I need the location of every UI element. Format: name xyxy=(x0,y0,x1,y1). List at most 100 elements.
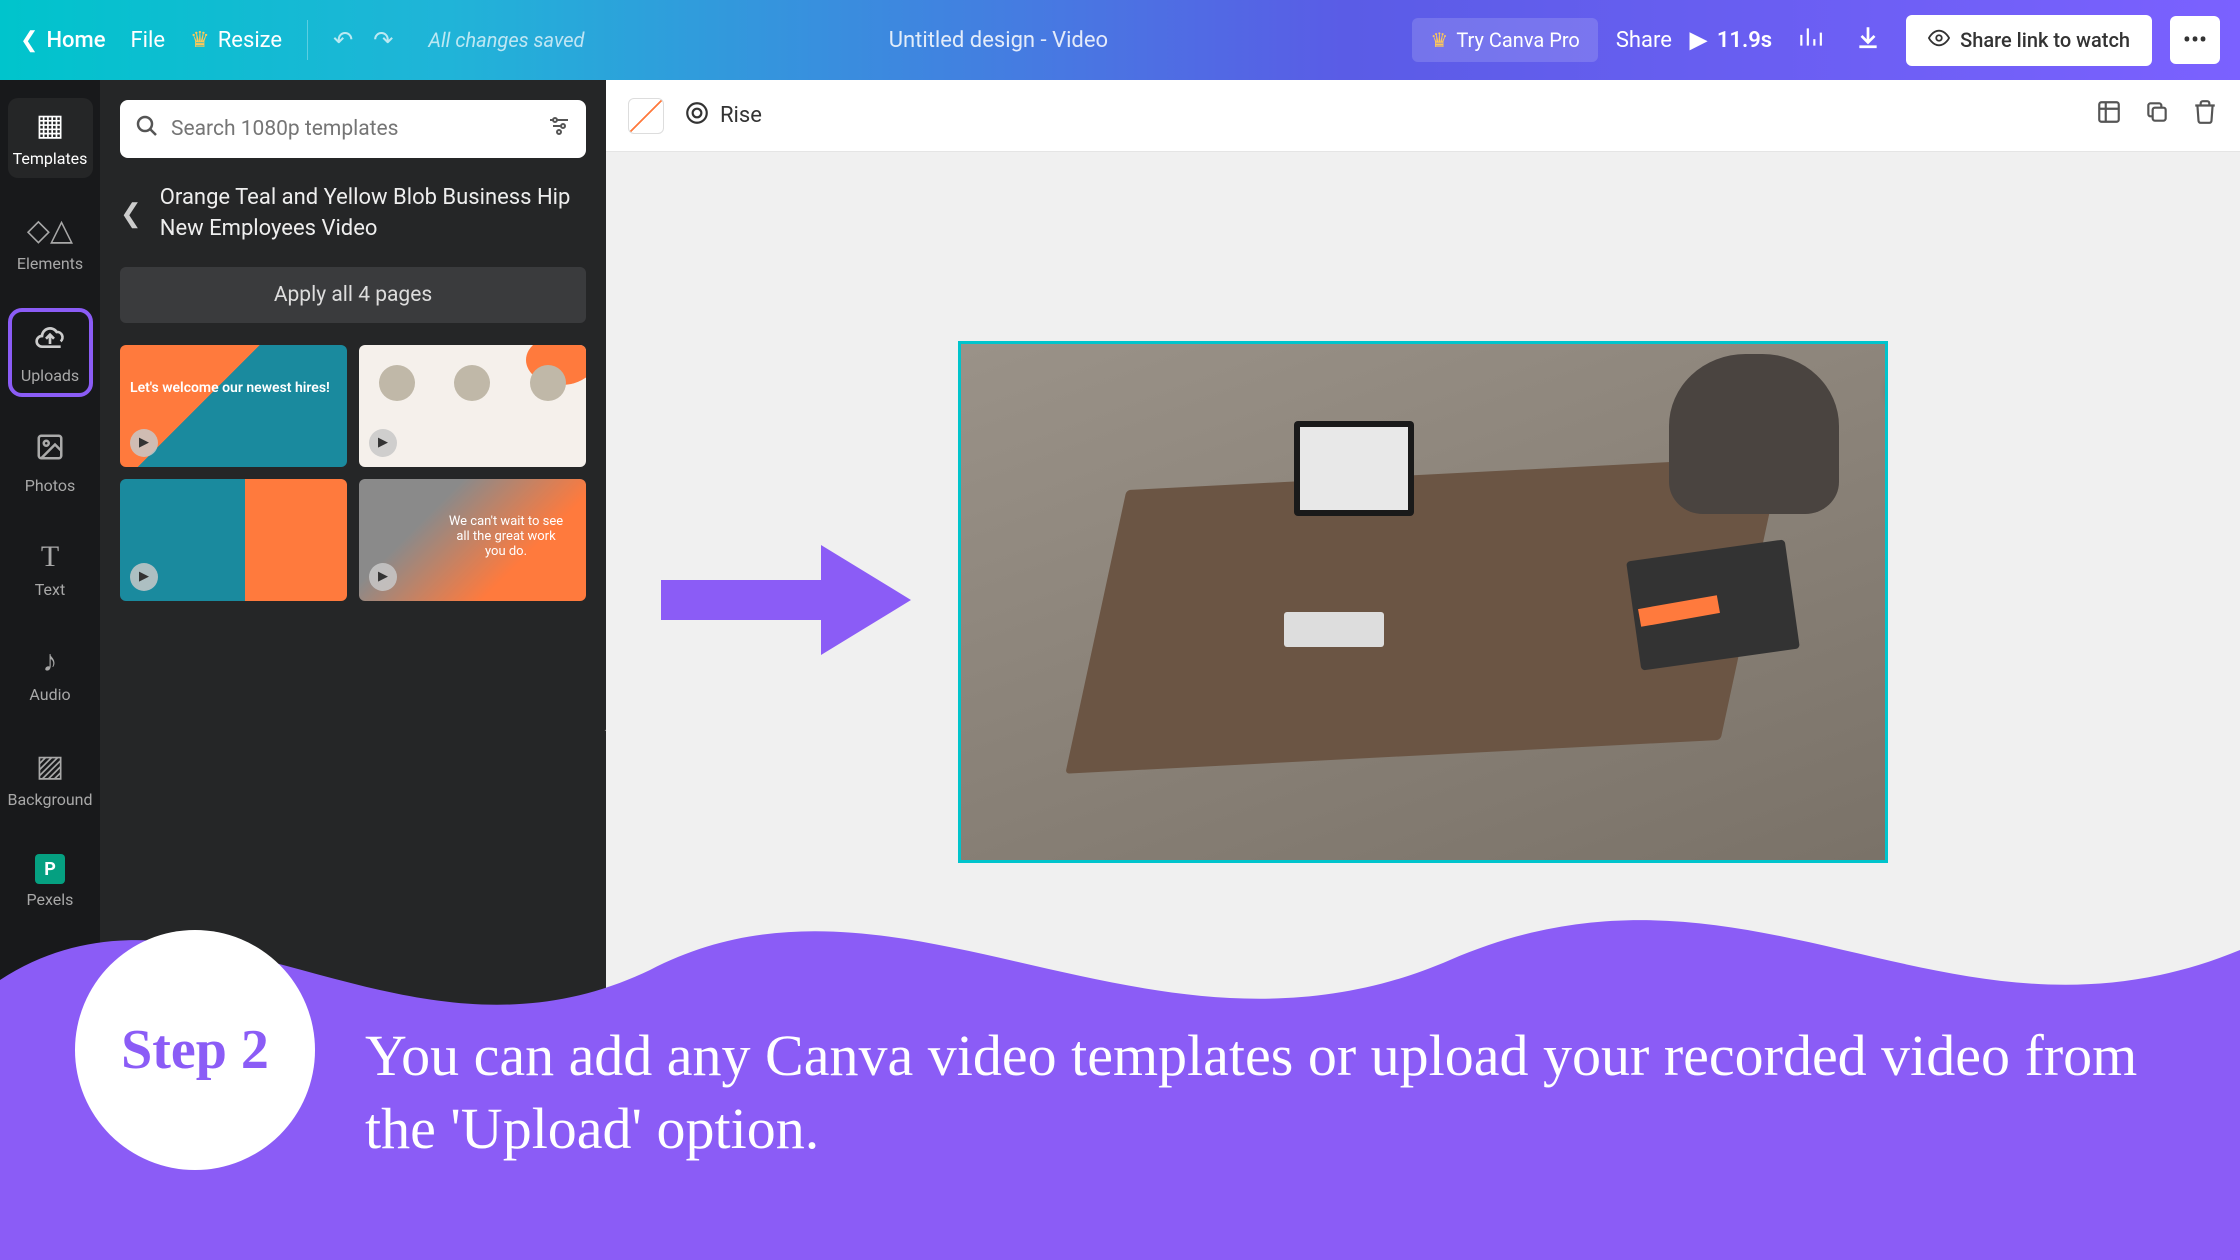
annotation-arrow xyxy=(651,530,921,674)
duplicate-icon[interactable] xyxy=(2144,99,2170,132)
clip-thumbnail xyxy=(1157,1090,1258,1182)
rail-label: Uploads xyxy=(21,366,79,385)
rail-label: Templates xyxy=(13,149,88,168)
timeline-play-button[interactable]: ▶ xyxy=(636,1105,698,1167)
zoom-value[interactable]: 100% xyxy=(2116,1218,2169,1243)
side-panel: ❮ Orange Teal and Yellow Blob Business H… xyxy=(100,80,606,1260)
template-header: ❮ Orange Teal and Yellow Blob Business H… xyxy=(120,183,586,245)
sync-button[interactable] xyxy=(1887,364,1888,412)
rail-audio[interactable]: ♪ Audio xyxy=(8,634,93,714)
main-layout: ▦ Templates ◇△ Elements Uploads Photos T… xyxy=(0,80,2240,1260)
pexels-icon: P xyxy=(35,854,65,884)
scene-person xyxy=(1669,354,1839,514)
top-toolbar: ❮ Home File ♛ Resize ↶ ↷ All changes sav… xyxy=(0,0,2240,80)
add-clip-button[interactable]: + xyxy=(1308,1090,1438,1182)
try-pro-button[interactable]: ♛ Try Canva Pro xyxy=(1412,18,1597,62)
crown-icon: ♛ xyxy=(190,28,210,53)
undo-button[interactable]: ↶ xyxy=(333,26,353,54)
rail-background[interactable]: ▨ Background xyxy=(8,739,93,819)
top-right-group: ♛ Try Canva Pro Share ▶ 11.9s Share link… xyxy=(1412,15,2220,66)
delete-icon[interactable] xyxy=(2192,99,2218,132)
template-thumb-1[interactable]: Let's welcome our newest hires! ▶ xyxy=(120,345,347,467)
share-link-button[interactable]: Share link to watch xyxy=(1906,15,2152,66)
try-pro-label: Try Canva Pro xyxy=(1456,28,1580,52)
apply-all-button[interactable]: Apply all 4 pages xyxy=(120,267,586,323)
zoom-slider[interactable] xyxy=(1916,1229,2096,1233)
play-icon: ▶ xyxy=(1690,28,1707,53)
position-icon[interactable] xyxy=(2096,99,2122,132)
rail-more[interactable]: ••• xyxy=(36,964,64,997)
template-thumb-2[interactable]: ▶ xyxy=(359,345,586,467)
video-frame-content xyxy=(961,344,1885,860)
file-menu[interactable]: File xyxy=(130,28,165,53)
add-between-button[interactable]: + xyxy=(1006,1121,1036,1151)
timeline: ◆ ▶ + + xyxy=(606,1070,2240,1200)
footer-bar: Notes 100% xyxy=(606,1200,2240,1260)
animate-icon xyxy=(684,100,710,132)
canvas-area: Rise xyxy=(606,80,2240,1260)
insights-icon[interactable] xyxy=(1790,24,1830,57)
more-button[interactable]: ••• xyxy=(2170,16,2220,64)
filter-icon[interactable] xyxy=(547,114,571,144)
color-picker[interactable] xyxy=(628,98,664,134)
rail-elements[interactable]: ◇△ Elements xyxy=(8,203,93,283)
avatar xyxy=(530,365,566,401)
animate-label: Rise xyxy=(720,103,762,128)
crown-icon: ♛ xyxy=(1430,28,1448,52)
uploads-icon xyxy=(34,320,66,360)
back-button[interactable]: ❮ xyxy=(120,199,142,229)
template-title: Orange Teal and Yellow Blob Business Hip… xyxy=(160,183,586,245)
share-button[interactable]: Share xyxy=(1616,28,1672,53)
rail-templates[interactable]: ▦ Templates xyxy=(8,98,93,178)
play-icon: ▶ xyxy=(369,429,397,457)
resize-button[interactable]: ♛ Resize xyxy=(190,28,282,53)
avatar-row xyxy=(359,365,586,401)
rail-uploads[interactable]: Uploads xyxy=(8,308,93,397)
home-button[interactable]: ❮ Home xyxy=(20,28,105,53)
zoom-thumb[interactable] xyxy=(2006,1224,2020,1238)
photos-icon xyxy=(35,432,65,470)
rail-pexels[interactable]: P Pexels xyxy=(8,844,93,919)
rail-label: Text xyxy=(35,580,65,599)
canvas-frame[interactable] xyxy=(958,341,1888,863)
download-icon[interactable] xyxy=(1848,24,1888,57)
canvas-viewport[interactable] xyxy=(606,152,2240,1052)
clip-thumbnail xyxy=(1056,1090,1157,1182)
notes-button[interactable]: Notes xyxy=(667,1218,725,1243)
animate-button[interactable]: Rise xyxy=(684,100,762,132)
notes-icon xyxy=(631,1217,653,1245)
background-icon: ▨ xyxy=(36,749,64,784)
home-label: Home xyxy=(46,28,105,53)
rail-text[interactable]: T Text xyxy=(8,530,93,609)
document-title[interactable]: Untitled design - Video xyxy=(584,28,1412,53)
text-icon: T xyxy=(41,540,59,574)
chevron-left-icon: ❮ xyxy=(20,28,38,53)
left-rail: ▦ Templates ◇△ Elements Uploads Photos T… xyxy=(0,80,100,1260)
timeline-clip-2[interactable] xyxy=(1056,1090,1258,1182)
redo-button[interactable]: ↷ xyxy=(373,26,393,54)
search-box[interactable] xyxy=(120,100,586,158)
playhead-marker[interactable]: ◆ xyxy=(1348,1065,1360,1084)
timeline-clip-1[interactable] xyxy=(788,1090,986,1182)
dots-icon: ••• xyxy=(2183,26,2207,54)
play-preview-button[interactable]: ▶ 11.9s xyxy=(1690,28,1772,53)
horizontal-scrollbar[interactable] xyxy=(606,1052,2240,1070)
duration-label: 11.9s xyxy=(1717,28,1772,53)
rail-label: Elements xyxy=(17,254,83,273)
footer-right: 100% xyxy=(1916,1215,2215,1247)
rail-label: Background xyxy=(7,790,92,809)
play-icon: ▶ xyxy=(130,563,158,591)
templates-icon: ▦ xyxy=(36,108,64,143)
canvas-toolbar-right xyxy=(2096,99,2218,132)
template-thumbnails: Let's welcome our newest hires! ▶ ▶ ▶ We… xyxy=(120,345,586,601)
template-thumb-3[interactable]: ▶ xyxy=(120,479,347,601)
divider xyxy=(307,20,308,60)
rail-photos[interactable]: Photos xyxy=(8,422,93,505)
scene-keyboard xyxy=(1284,612,1384,647)
search-input[interactable] xyxy=(171,117,535,141)
undo-redo-group: ↶ ↷ xyxy=(333,26,393,54)
share-link-label: Share link to watch xyxy=(1960,28,2130,52)
grid-view-icon[interactable] xyxy=(2189,1215,2215,1247)
canvas-toolbar: Rise xyxy=(606,80,2240,152)
template-thumb-4[interactable]: We can't wait to see all the great work … xyxy=(359,479,586,601)
